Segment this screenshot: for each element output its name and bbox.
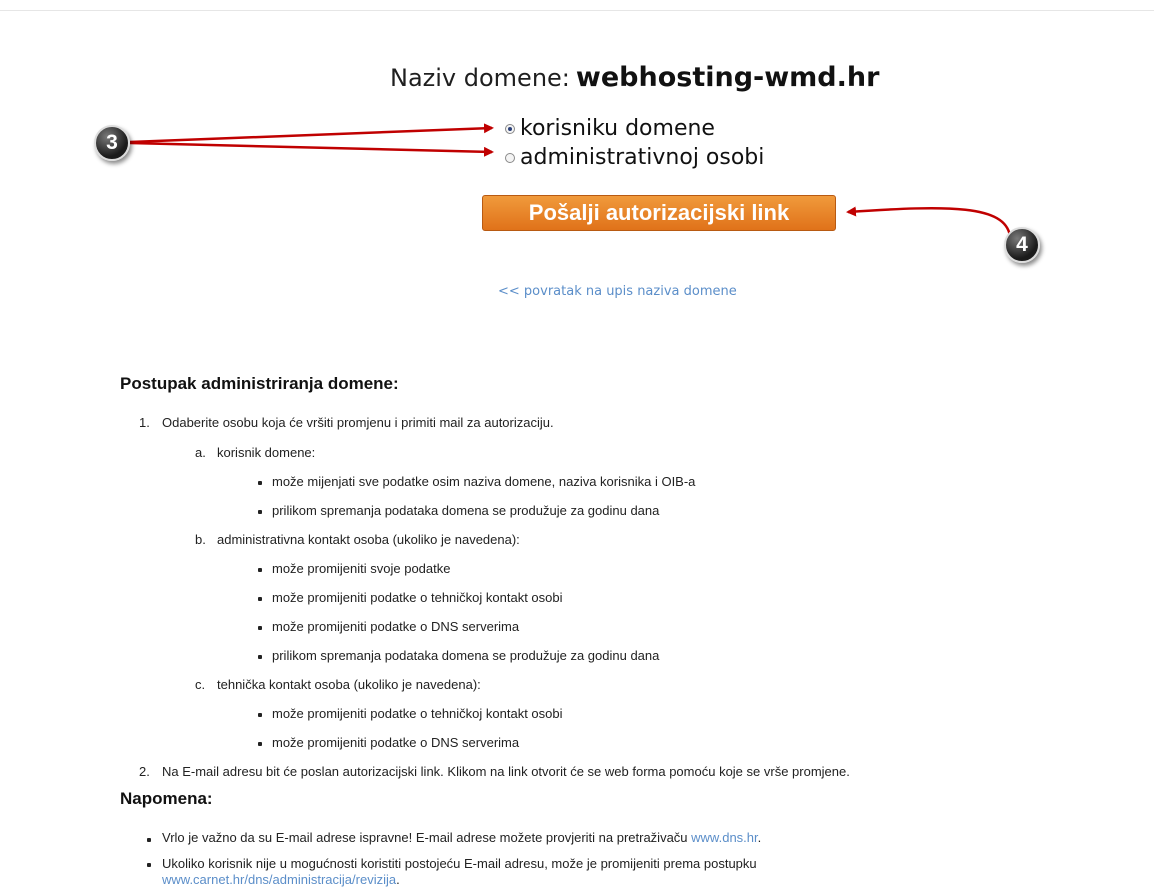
note-item-2-text: Ukoliko korisnik nije u mogućnosti koris…	[162, 856, 757, 871]
bullet-icon	[258, 713, 262, 717]
annotation-badge-3: 3	[94, 125, 130, 161]
substep-b-item-1: može promijeniti svoje podatke	[272, 561, 451, 576]
bullet-icon	[258, 742, 262, 746]
radio-button-unselected[interactable]	[505, 152, 515, 163]
radio-option-korisnik[interactable]: korisniku domene	[505, 116, 715, 141]
substep-b-item-4: prilikom spremanja podataka domena se pr…	[272, 648, 660, 663]
bullet-icon	[147, 863, 151, 867]
step-2-text: Na E-mail adresu bit će poslan autorizac…	[162, 764, 850, 779]
arrow-to-option-2	[129, 141, 494, 157]
domain-title: Naziv domene: webhosting-wmd.hr	[390, 62, 879, 93]
note-item-1-end: .	[757, 830, 762, 845]
substep-b-text: administrativna kontakt osoba (ukoliko j…	[217, 532, 520, 547]
step-1-text: Odaberite osobu koja će vršiti promjenu …	[162, 415, 554, 430]
radio-option-admin[interactable]: administrativnoj osobi	[505, 145, 764, 170]
procedure-heading: Postupak administriranja domene:	[120, 374, 399, 393]
note-heading: Napomena:	[120, 789, 213, 808]
domain-name: webhosting-wmd.hr	[575, 62, 880, 93]
bullet-icon	[147, 838, 151, 842]
bullet-icon	[258, 481, 262, 485]
step-2-number: 2.	[139, 764, 150, 779]
substep-b-item-3: može promijeniti podatke o DNS serverima	[272, 619, 520, 634]
bullet-icon	[258, 626, 262, 630]
note-item-2-end: .	[396, 872, 400, 887]
send-authorization-link-button[interactable]: Pošalji autorizacijski link	[482, 195, 836, 231]
note-item-1: Vrlo je važno da su E-mail adrese isprav…	[162, 830, 761, 845]
carnet-revizija-link[interactable]: www.carnet.hr/dns/administracija/revizij…	[162, 872, 396, 887]
substep-c-text: tehnička kontakt osoba (ukoliko je naved…	[217, 677, 481, 692]
substep-c-item-2: može promijeniti podatke o DNS serverima	[272, 735, 520, 750]
top-divider	[0, 10, 1154, 11]
note-item-2-link-line: www.carnet.hr/dns/administracija/revizij…	[162, 872, 400, 887]
substep-b-marker: b.	[195, 532, 206, 547]
annotation-badge-4: 4	[1004, 227, 1040, 263]
note-item-1-text: Vrlo je važno da su E-mail adrese isprav…	[162, 830, 688, 845]
substep-c-marker: c.	[195, 677, 206, 692]
radio-label: korisniku domene	[520, 116, 715, 141]
substep-a-item-2: prilikom spremanja podataka domena se pr…	[272, 503, 660, 518]
bullet-icon	[258, 568, 262, 572]
substep-a-text: korisnik domene:	[217, 445, 316, 460]
substep-c-item-1: može promijeniti podatke o tehničkoj kon…	[272, 706, 563, 721]
arrow-to-send-button	[846, 206, 1012, 237]
dns-hr-link[interactable]: www.dns.hr	[691, 830, 757, 845]
back-to-domain-input-link[interactable]: << povratak na upis naziva domene	[498, 284, 737, 299]
substep-a-item-1: može mijenjati sve podatke osim naziva d…	[272, 474, 696, 489]
substep-b-item-2: može promijeniti podatke o tehničkoj kon…	[272, 590, 563, 605]
arrow-to-option-1	[129, 123, 494, 144]
radio-button-selected[interactable]	[505, 123, 515, 134]
bullet-icon	[258, 597, 262, 601]
bullet-icon	[258, 510, 262, 514]
bullet-icon	[258, 655, 262, 659]
radio-label: administrativnoj osobi	[520, 145, 765, 170]
step-1-number: 1.	[139, 415, 150, 430]
domain-label: Naziv domene:	[390, 64, 570, 92]
substep-a-marker: a.	[195, 445, 206, 460]
